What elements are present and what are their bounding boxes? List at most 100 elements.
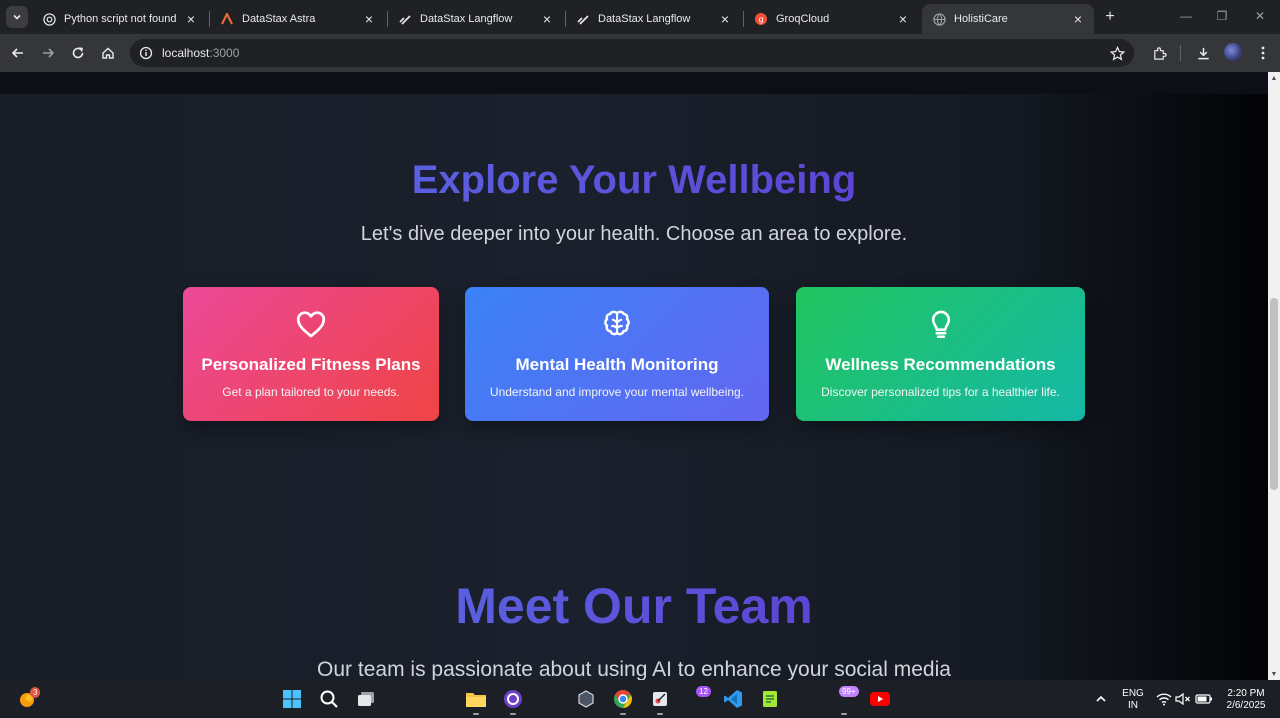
clock[interactable]: 2:20 PM 2/6/2025 (1218, 688, 1274, 712)
astra-logo-icon (220, 12, 234, 26)
running-indicator (620, 713, 626, 715)
notification-badge: 3 (30, 687, 41, 698)
svg-text:g: g (758, 15, 763, 24)
clock-time: 2:20 PM (1227, 688, 1265, 699)
url-text[interactable]: localhost:3000 (162, 46, 239, 60)
new-tab-button[interactable]: + (1100, 7, 1120, 27)
tab-title: Python script not found (64, 13, 177, 25)
url-host: localhost (162, 46, 210, 60)
app-cube-icon[interactable] (575, 688, 597, 710)
langflow-logo-icon (398, 12, 412, 26)
running-indicator (657, 713, 663, 715)
tab-title: DataStax Astra (242, 13, 316, 25)
search-icon[interactable] (318, 688, 340, 710)
region-code: IN (1128, 700, 1138, 711)
lightbulb-icon (796, 307, 1085, 341)
team-title: Meet Our Team (455, 578, 813, 634)
close-tab-icon[interactable]: × (1070, 11, 1086, 27)
page-scrollbar[interactable]: ▲ ▼ (1268, 72, 1280, 680)
windows-taskbar: 3 12 99+ ENG IN 2:20 PM 2/6/2025 (0, 680, 1280, 718)
language-indicator[interactable]: ENG IN (1118, 688, 1148, 712)
puzzle-icon (1153, 46, 1167, 60)
widget-badge: 12 (696, 686, 711, 697)
bookmark-star-icon[interactable] (1108, 44, 1126, 62)
home-icon (102, 47, 114, 59)
toolbar-divider (1180, 45, 1181, 61)
scroll-thumb[interactable] (1270, 298, 1278, 490)
youtube-icon[interactable] (869, 688, 891, 710)
file-explorer-icon[interactable] (465, 688, 487, 710)
arrow-right-icon (43, 48, 55, 58)
reload-icon (72, 47, 84, 59)
scroll-down-arrow-icon[interactable]: ▼ (1268, 668, 1280, 680)
running-indicator (841, 713, 847, 715)
speaker-muted-icon[interactable] (1172, 688, 1194, 710)
windows-start-icon[interactable] (281, 688, 303, 710)
brain-icon (465, 307, 769, 341)
close-window-button[interactable]: ✕ (1247, 6, 1273, 26)
tab-datastax-astra[interactable]: DataStax Astra × (210, 4, 385, 34)
scroll-up-arrow-icon[interactable]: ▲ (1268, 72, 1280, 84)
download-icon (1197, 47, 1209, 59)
minimize-button[interactable]: — (1173, 6, 1199, 26)
chevron-down-icon (13, 14, 21, 20)
tab-title: HolistiCare (954, 13, 1008, 25)
chevron-up-icon[interactable] (1090, 688, 1112, 710)
forward-button[interactable] (35, 40, 61, 66)
address-bar[interactable]: localhost:3000 (130, 39, 1134, 67)
close-tab-icon[interactable]: × (895, 11, 911, 27)
card-description: Understand and improve your mental wellb… (489, 385, 745, 399)
team-subtitle: Our team is passionate about using AI to… (317, 658, 951, 680)
groq-logo-icon: g (754, 12, 768, 26)
close-tab-icon[interactable]: × (183, 11, 199, 27)
card-title: Wellness Recommendations (825, 355, 1056, 374)
close-tab-icon[interactable]: × (361, 11, 377, 27)
site-info-icon[interactable] (138, 45, 154, 61)
tab-datastax-langflow[interactable]: DataStax Langflow × (388, 4, 563, 34)
url-port: :3000 (209, 46, 240, 60)
tab-title: DataStax Langflow (420, 13, 513, 25)
mental-health-card[interactable]: Mental Health Monitoring Understand and … (465, 287, 769, 421)
heart-icon (183, 307, 439, 341)
reload-button[interactable] (65, 40, 91, 66)
profile-avatar[interactable] (1224, 43, 1242, 61)
close-tab-icon[interactable]: × (539, 11, 555, 27)
github-desktop-icon[interactable] (502, 688, 524, 710)
header-band (0, 72, 1268, 94)
back-button[interactable] (5, 40, 31, 66)
downloads-button[interactable] (1190, 40, 1216, 66)
tab-datastax-langflow-2[interactable]: DataStax Langflow × (566, 4, 741, 34)
card-description: Get a plan tailored to your needs. (222, 385, 400, 399)
snipping-tool-icon[interactable] (649, 688, 671, 710)
tab-search-button[interactable] (6, 6, 28, 28)
tab-strip: Python script not found × DataStax Astra… (0, 0, 1280, 34)
tab-holisticare[interactable]: HolistiCare × (922, 4, 1094, 34)
langflow-logo-icon (576, 12, 590, 26)
running-indicator (473, 713, 479, 715)
battery-icon[interactable] (1193, 688, 1215, 710)
restore-button[interactable]: ❐ (1209, 6, 1235, 26)
globe-icon (42, 12, 56, 26)
extensions-button[interactable] (1146, 40, 1172, 66)
tab-title: DataStax Langflow (598, 13, 691, 25)
arrow-left-icon (11, 48, 23, 58)
close-tab-icon[interactable]: × (717, 11, 733, 27)
vscode-icon[interactable] (722, 688, 744, 710)
home-button[interactable] (95, 40, 121, 66)
card-description: Discover personalized tips for a healthi… (821, 385, 1060, 399)
kebab-menu-icon (1261, 46, 1265, 60)
tab-python-script[interactable]: Python script not found × (32, 4, 207, 34)
running-indicator (510, 713, 516, 715)
tab-groqcloud[interactable]: g GroqCloud × (744, 4, 919, 34)
tab-title: GroqCloud (776, 13, 830, 25)
globe-icon (932, 12, 946, 26)
clock-date: 2/6/2025 (1226, 700, 1266, 711)
card-title: Mental Health Monitoring (515, 355, 719, 374)
explore-subtitle: Let's dive deeper into your health. Choo… (360, 223, 908, 245)
notepad-icon[interactable] (759, 688, 781, 710)
fitness-plans-card[interactable]: Personalized Fitness Plans Get a plan ta… (183, 287, 439, 421)
chrome-icon[interactable] (612, 688, 634, 710)
menu-button[interactable] (1250, 40, 1276, 66)
wellness-recommendations-card[interactable]: Wellness Recommendations Discover person… (796, 287, 1085, 421)
task-view-icon[interactable] (355, 688, 377, 710)
